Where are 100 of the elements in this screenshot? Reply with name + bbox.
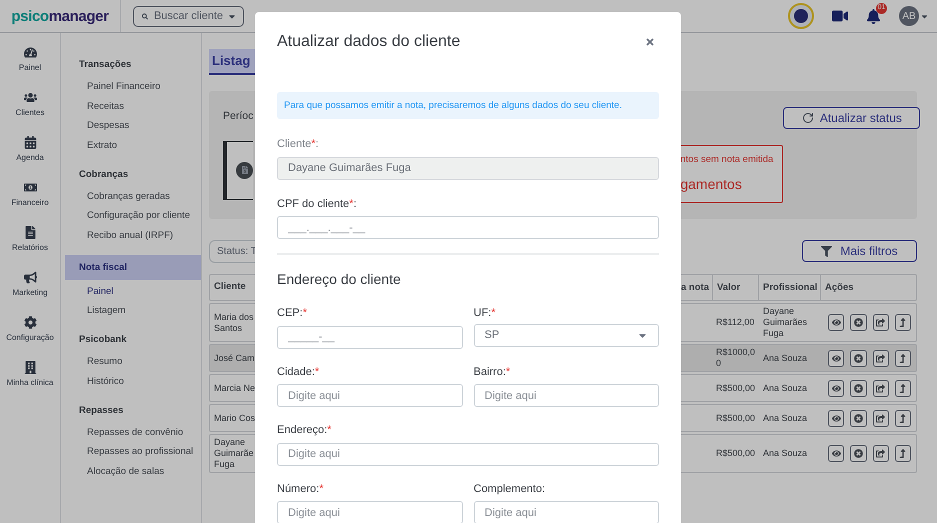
search-field[interactable]: Buscar cliente [133, 6, 244, 26]
share-button[interactable] [872, 445, 889, 462]
menu-item[interactable]: Receitas [65, 96, 201, 116]
input-field[interactable]: Digite aqui [277, 384, 462, 407]
refresh-status-button[interactable]: Atualizar status [783, 107, 920, 129]
input-field[interactable]: _____-__ [277, 326, 462, 348]
input-field[interactable]: Digite aqui [277, 442, 659, 466]
rail-item[interactable]: Relatórios [0, 226, 60, 271]
gauge-icon [24, 46, 36, 59]
bell-icon[interactable] [866, 8, 881, 24]
building-icon [24, 361, 36, 374]
field-label: CEP:* [277, 307, 308, 319]
menu-item[interactable]: Painel [65, 282, 201, 301]
table-cell-text: Mario Cos [213, 412, 256, 424]
eye-icon [832, 414, 841, 422]
menu-item[interactable]: Configuração por cliente [65, 206, 201, 226]
close-icon[interactable] [645, 37, 655, 47]
arrow-up-icon [898, 449, 908, 458]
more-filters-button[interactable]: Mais filtros [802, 240, 917, 262]
arrow-up-icon [898, 354, 908, 362]
menu-item[interactable]: Recibo anual (IRPF) [65, 226, 201, 245]
field-label: Complemento: [474, 482, 546, 494]
share-button[interactable] [872, 380, 889, 396]
cancel-button[interactable] [850, 445, 866, 462]
upload-button[interactable] [894, 350, 911, 366]
field-label: Cliente*: [277, 138, 320, 150]
menu-item[interactable]: Repasses de convênio [65, 422, 201, 442]
share-button[interactable] [872, 350, 889, 366]
view-button[interactable] [828, 410, 844, 426]
menu-item[interactable]: Extrato [65, 136, 201, 155]
upload-button[interactable] [894, 314, 911, 331]
megaphone-icon [24, 271, 36, 284]
upload-button[interactable] [894, 380, 911, 396]
avatar[interactable]: AB [899, 6, 919, 26]
cancel-button[interactable] [850, 350, 866, 366]
field-label: Bairro:* [474, 366, 512, 378]
calendar-icon [24, 136, 36, 149]
share-button[interactable] [872, 410, 889, 426]
rail-item[interactable]: Marketing [0, 271, 60, 316]
modal-title: Atualizar dados do cliente [277, 32, 460, 52]
eye-icon [832, 354, 841, 362]
menu-section-title[interactable]: Transações [65, 55, 201, 75]
video-icon[interactable] [832, 8, 848, 24]
menu-item[interactable]: Resumo [65, 352, 201, 372]
cancel-button[interactable] [850, 314, 866, 331]
table-cell-text: R$500,00 [715, 382, 756, 394]
rail-item[interactable]: Clientes [0, 91, 60, 136]
info-message: Para que possamos emitir a nota, precisaremos de alguns dados do seu cliente. [277, 92, 659, 119]
table-cell-text: Ana Souza [762, 412, 808, 424]
input-field[interactable]: Digite aqui [474, 384, 659, 407]
state-select[interactable]: SP [474, 324, 659, 347]
menu-section-title[interactable]: Psicobank [65, 330, 201, 350]
rail-item[interactable]: Agenda [0, 136, 60, 181]
menu-item[interactable]: Histórico [65, 372, 201, 391]
menu-section-title[interactable]: Nota fiscal [65, 254, 201, 280]
cpf-input[interactable]: ___.___.___-__ [277, 216, 659, 239]
field-label: Endereço:* [277, 424, 332, 436]
mascot-logo[interactable] [788, 3, 814, 29]
document-icon [24, 226, 36, 239]
share-icon [876, 318, 886, 327]
table-cell-text: Dayane Guimarães Fuga [762, 306, 808, 339]
banknote-icon [24, 181, 36, 194]
page-tab[interactable]: Listag [209, 49, 255, 75]
input-field[interactable]: Digite aqui [277, 501, 462, 523]
menu-section-title[interactable]: Repasses [65, 400, 201, 420]
refresh-icon [802, 112, 814, 124]
input-field[interactable]: Digite aqui [474, 501, 659, 523]
arrow-up-icon [898, 384, 908, 392]
settings-icon [24, 316, 36, 329]
field-label: Número:* [277, 482, 324, 494]
menu-section-title[interactable]: Cobranças [65, 164, 201, 184]
invoice-icon [240, 166, 248, 174]
rail-item[interactable]: Minha clínica [0, 361, 60, 406]
view-button[interactable] [828, 314, 844, 331]
menu-item[interactable]: Painel Financeiro [65, 77, 201, 96]
cancel-button[interactable] [850, 410, 866, 426]
rail-item[interactable]: Painel [0, 46, 60, 91]
menu-item[interactable]: Repasses ao profissional [65, 442, 201, 462]
menu-item[interactable]: Alocação de salas [65, 462, 201, 481]
table-cell-text: Marcia Ne [213, 382, 256, 394]
menu-item[interactable]: Cobranças geradas [65, 186, 201, 206]
eye-icon [832, 384, 841, 392]
menu-item[interactable]: Despesas [65, 116, 201, 136]
column-header: Valor [713, 275, 759, 300]
share-icon [876, 414, 886, 422]
view-button[interactable] [828, 445, 844, 462]
menu-item[interactable]: Listagem [65, 301, 201, 320]
table-cell-text: R$1000,00 [715, 347, 756, 369]
upload-button[interactable] [894, 445, 911, 462]
view-button[interactable] [828, 380, 844, 396]
upload-button[interactable] [894, 410, 911, 426]
column-header: Profissional [759, 275, 821, 300]
arrow-up-icon [898, 318, 908, 327]
cancel-button[interactable] [850, 380, 866, 396]
share-button[interactable] [872, 314, 889, 331]
rail-item[interactable]: Financeiro [0, 181, 60, 226]
rail-item[interactable]: Configuração [0, 316, 60, 361]
view-button[interactable] [828, 350, 844, 366]
table-cell-text: Dayane Guimarãe Fuga [213, 437, 255, 470]
table-cell-text: Ana Souza [762, 352, 808, 364]
